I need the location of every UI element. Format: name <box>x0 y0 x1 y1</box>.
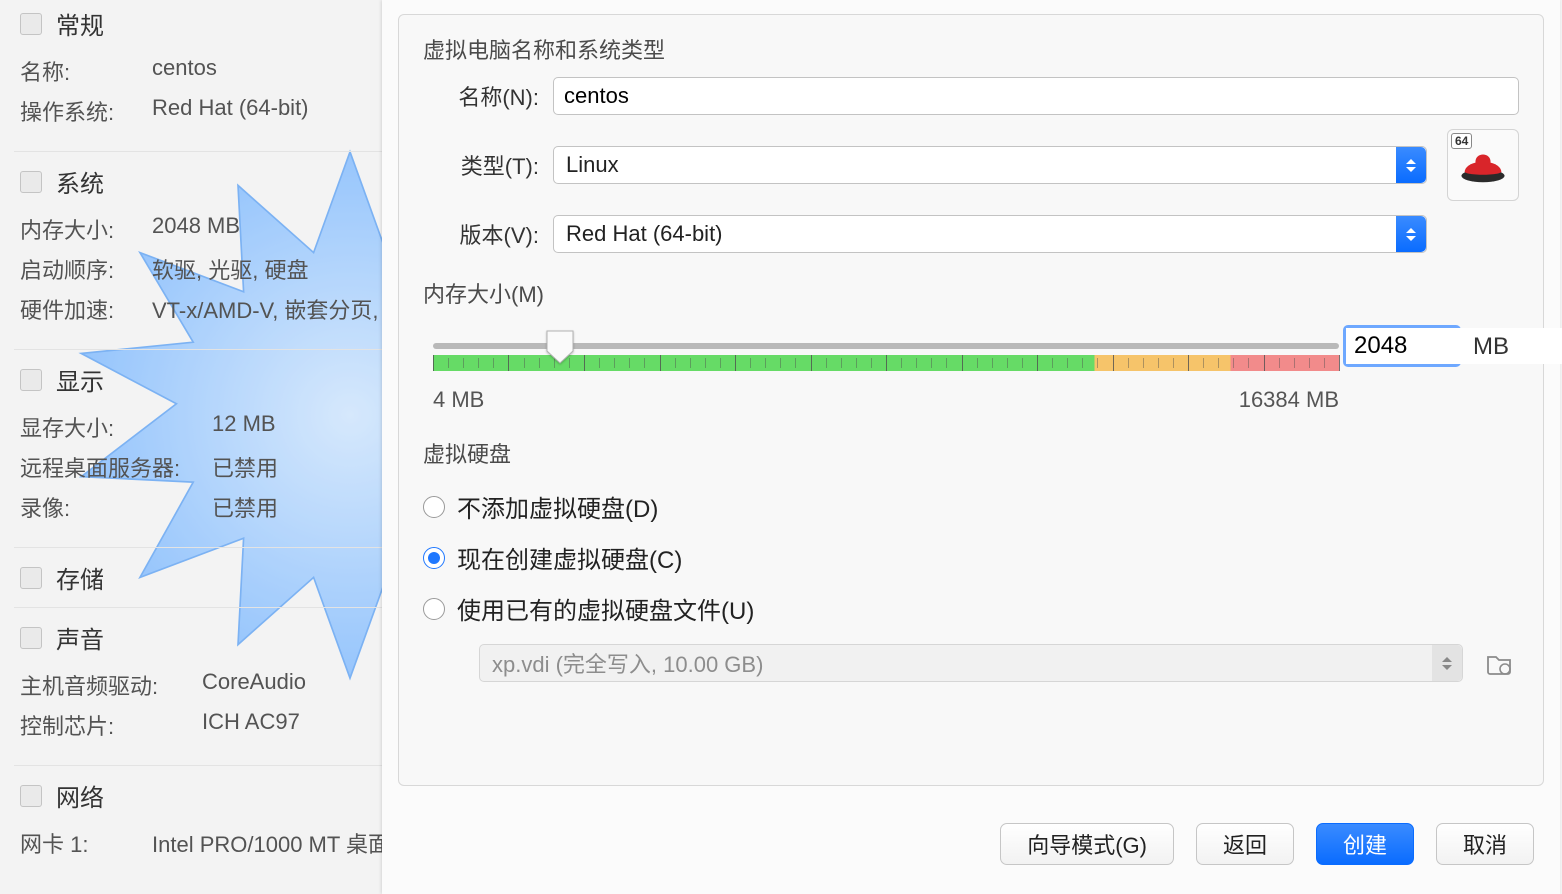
os-version-value: Red Hat (64-bit) <box>566 221 723 247</box>
os-logo-icon: 64 <box>1447 129 1519 201</box>
group-memory: 内存大小(M) ▲ ▼ <box>423 277 1519 413</box>
browse-disk-button <box>1479 644 1519 682</box>
folder-disk-icon <box>1485 649 1513 677</box>
chevron-updown-icon <box>1396 216 1426 252</box>
back-button[interactable]: 返回 <box>1196 823 1294 865</box>
cancel-button[interactable]: 取消 <box>1436 823 1534 865</box>
system-icon <box>20 171 42 193</box>
radio-no-disk[interactable]: 不添加虚拟硬盘(D) <box>423 481 1519 532</box>
guided-mode-button[interactable]: 向导模式(G) <box>1000 823 1174 865</box>
type-label: 类型(T): <box>423 149 553 181</box>
radio-no-disk-label: 不添加虚拟硬盘(D) <box>457 489 658 524</box>
group-title-harddisk: 虚拟硬盘 <box>423 437 1519 469</box>
memory-spinbox[interactable]: ▲ ▼ <box>1343 325 1461 367</box>
radio-create-disk[interactable]: 现在创建虚拟硬盘(C) <box>423 532 1519 583</box>
group-title-memory: 内存大小(M) <box>423 277 1519 309</box>
general-icon <box>20 13 42 35</box>
vm-name-input[interactable] <box>553 77 1519 115</box>
slider-thumb[interactable] <box>545 329 575 365</box>
group-name-os: 虚拟电脑名称和系统类型 名称(N): 类型(T): Linux 64 <box>423 33 1519 253</box>
version-label: 版本(V): <box>423 218 553 250</box>
radio-icon <box>423 496 445 518</box>
radio-existing-disk[interactable]: 使用已有的虚拟硬盘文件(U) <box>423 583 1519 634</box>
storage-icon <box>20 567 42 589</box>
memory-min-label: 4 MB <box>433 387 484 413</box>
group-harddisk: 虚拟硬盘 不添加虚拟硬盘(D) 现在创建虚拟硬盘(C) 使用已有的虚拟硬盘文件(… <box>423 437 1519 682</box>
memory-max-label: 16384 MB <box>1239 387 1339 413</box>
dialog-footer: 向导模式(G) 返回 创建 取消 <box>382 794 1560 894</box>
memory-slider[interactable]: ▲ ▼ MB <box>433 333 1509 387</box>
os-version-select[interactable]: Red Hat (64-bit) <box>553 215 1427 253</box>
redhat-icon <box>1456 143 1510 187</box>
existing-disk-select: xp.vdi (完全写入, 10.00 GB) <box>479 644 1463 682</box>
radio-existing-disk-label: 使用已有的虚拟硬盘文件(U) <box>457 591 754 626</box>
radio-create-disk-label: 现在创建虚拟硬盘(C) <box>457 540 682 575</box>
dialog-body: 虚拟电脑名称和系统类型 名称(N): 类型(T): Linux 64 <box>398 14 1544 786</box>
network-icon <box>20 785 42 807</box>
create-button[interactable]: 创建 <box>1316 823 1414 865</box>
os-type-select[interactable]: Linux <box>553 146 1427 184</box>
name-label: 名称(N): <box>423 80 553 112</box>
audio-icon <box>20 627 42 649</box>
bg-general-title: 常规 <box>56 6 104 41</box>
create-vm-dialog: 虚拟电脑名称和系统类型 名称(N): 类型(T): Linux 64 <box>382 0 1560 894</box>
display-icon <box>20 369 42 391</box>
group-title-name-os: 虚拟电脑名称和系统类型 <box>423 33 1519 65</box>
radio-icon <box>423 547 445 569</box>
chevron-updown-icon <box>1396 147 1426 183</box>
existing-disk-value: xp.vdi (完全写入, 10.00 GB) <box>492 647 763 679</box>
chevron-updown-icon <box>1432 645 1462 681</box>
os-arch-badge: 64 <box>1451 133 1472 149</box>
os-type-value: Linux <box>566 152 619 178</box>
radio-icon <box>423 598 445 620</box>
memory-value-input[interactable] <box>1346 328 1562 364</box>
memory-unit-label: MB <box>1473 333 1509 361</box>
